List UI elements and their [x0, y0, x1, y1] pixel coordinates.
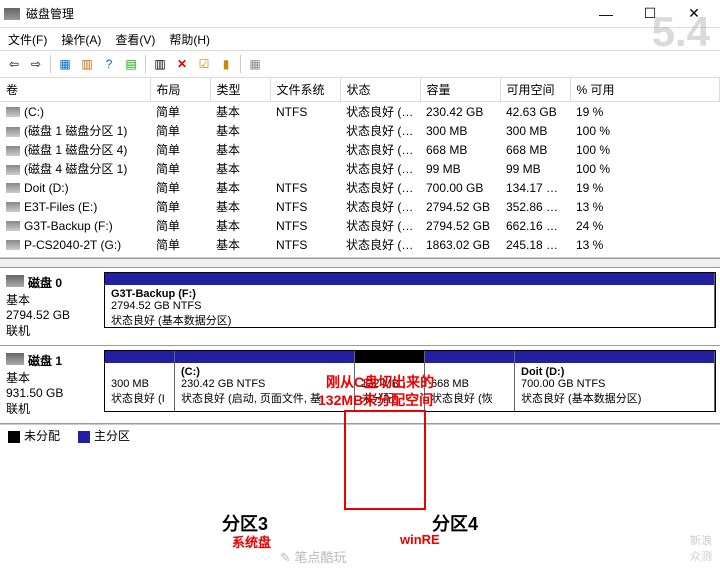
legend-unallocated: 未分配: [24, 429, 60, 443]
volume-icon: [6, 127, 20, 137]
table-row[interactable]: Doit (D:)简单基本NTFS状态良好 (…700.00 GB134.17 …: [0, 178, 720, 197]
col-layout[interactable]: 布局: [150, 78, 210, 102]
legend-primary: 主分区: [94, 429, 130, 443]
volume-icon: [6, 240, 20, 250]
disk-icon: [6, 353, 24, 365]
col-capacity[interactable]: 容量: [420, 78, 500, 102]
toolbar-icon[interactable]: ▥: [77, 54, 97, 74]
toolbar-icon[interactable]: ▥: [150, 54, 170, 74]
menu-view[interactable]: 查看(V): [115, 31, 155, 48]
col-type[interactable]: 类型: [210, 78, 270, 102]
splitter[interactable]: [0, 258, 720, 268]
col-volume[interactable]: 卷: [0, 78, 150, 102]
table-row[interactable]: (C:)简单基本NTFS状态良好 (…230.42 GB42.63 GB19 %: [0, 102, 720, 122]
toolbar-icon[interactable]: ▮: [216, 54, 236, 74]
partition-unallocated-132mb[interactable]: 132 MB 未分配: [355, 351, 425, 411]
volume-icon: [6, 202, 20, 212]
table-row[interactable]: E3T-Files (E:)简单基本NTFS状态良好 (…2794.52 GB3…: [0, 197, 720, 216]
annotation-winre: winRE: [400, 532, 440, 547]
window-title: 磁盘管理: [26, 5, 584, 22]
annotation-sys: 系统盘: [232, 532, 271, 551]
table-row[interactable]: G3T-Backup (F:)简单基本NTFS状态良好 (…2794.52 GB…: [0, 216, 720, 235]
watermark-author: ✎ 笔点酷玩: [280, 547, 347, 566]
partition-g3t-backup[interactable]: G3T-Backup (F:) 2794.52 GB NTFS 状态良好 (基本…: [105, 273, 715, 327]
toolbar-icon[interactable]: ☑: [194, 54, 214, 74]
partition-300mb[interactable]: 300 MB 状态良好 (I: [105, 351, 175, 411]
disk-1-panel: 磁盘 1 基本 931.50 GB 联机 300 MB 状态良好 (I (C:)…: [0, 346, 720, 424]
col-filesystem[interactable]: 文件系统: [270, 78, 340, 102]
watermark-version: 5.4: [652, 8, 710, 56]
table-row[interactable]: (磁盘 1 磁盘分区 4)简单基本状态良好 (…668 MB668 MB100 …: [0, 140, 720, 159]
menu-help[interactable]: 帮助(H): [169, 31, 210, 48]
annotation-p3: 分区3: [222, 510, 268, 536]
col-percent[interactable]: % 可用: [570, 78, 720, 102]
table-row[interactable]: P-CS2040-2T (G:)简单基本NTFS状态良好 (…1863.02 G…: [0, 235, 720, 254]
titlebar: 磁盘管理 — ☐ ✕: [0, 0, 720, 28]
disk-0-label[interactable]: 磁盘 0 基本 2794.52 GB 联机: [0, 268, 100, 345]
partition-c[interactable]: (C:) 230.42 GB NTFS 状态良好 (启动, 页面文件, 基: [175, 351, 355, 411]
toolbar: ⇦ ⇨ ▦ ▥ ? ▤ ▥ ✕ ☑ ▮ ▦: [0, 50, 720, 78]
col-status[interactable]: 状态: [340, 78, 420, 102]
col-free[interactable]: 可用空间: [500, 78, 570, 102]
table-row[interactable]: (磁盘 4 磁盘分区 1)简单基本状态良好 (…99 MB99 MB100 %: [0, 159, 720, 178]
legend: 未分配 主分区: [0, 424, 720, 446]
table-row[interactable]: (磁盘 1 磁盘分区 1)简单基本状态良好 (…300 MB300 MB100 …: [0, 121, 720, 140]
table-header-row: 卷 布局 类型 文件系统 状态 容量 可用空间 % 可用: [0, 78, 720, 102]
volume-icon: [6, 107, 20, 117]
back-icon[interactable]: ⇦: [4, 54, 24, 74]
menu-file[interactable]: 文件(F): [8, 31, 47, 48]
watermark-brand: 新浪众测: [690, 532, 712, 564]
toolbar-icon[interactable]: ▦: [245, 54, 265, 74]
minimize-button[interactable]: —: [584, 0, 628, 28]
menu-action[interactable]: 操作(A): [61, 31, 101, 48]
volume-icon: [6, 221, 20, 231]
volume-table: 卷 布局 类型 文件系统 状态 容量 可用空间 % 可用 (C:)简单基本NTF…: [0, 78, 720, 258]
toolbar-icon[interactable]: ▤: [121, 54, 141, 74]
delete-icon[interactable]: ✕: [172, 54, 192, 74]
toolbar-icon[interactable]: ▦: [55, 54, 75, 74]
volume-icon: [6, 165, 20, 175]
disk-0-panel: 磁盘 0 基本 2794.52 GB 联机 G3T-Backup (F:) 27…: [0, 268, 720, 346]
disk-1-label[interactable]: 磁盘 1 基本 931.50 GB 联机: [0, 346, 100, 423]
volume-icon: [6, 146, 20, 156]
partition-668mb[interactable]: 668 MB 状态良好 (恢: [425, 351, 515, 411]
annotation-p4: 分区4: [432, 510, 478, 536]
disk-icon: [6, 275, 24, 287]
app-icon: [4, 8, 20, 20]
forward-icon[interactable]: ⇨: [26, 54, 46, 74]
help-icon[interactable]: ?: [99, 54, 119, 74]
partition-doit-d[interactable]: Doit (D:) 700.00 GB NTFS 状态良好 (基本数据分区): [515, 351, 715, 411]
volume-icon: [6, 183, 20, 193]
menubar: 文件(F) 操作(A) 查看(V) 帮助(H): [0, 28, 720, 50]
